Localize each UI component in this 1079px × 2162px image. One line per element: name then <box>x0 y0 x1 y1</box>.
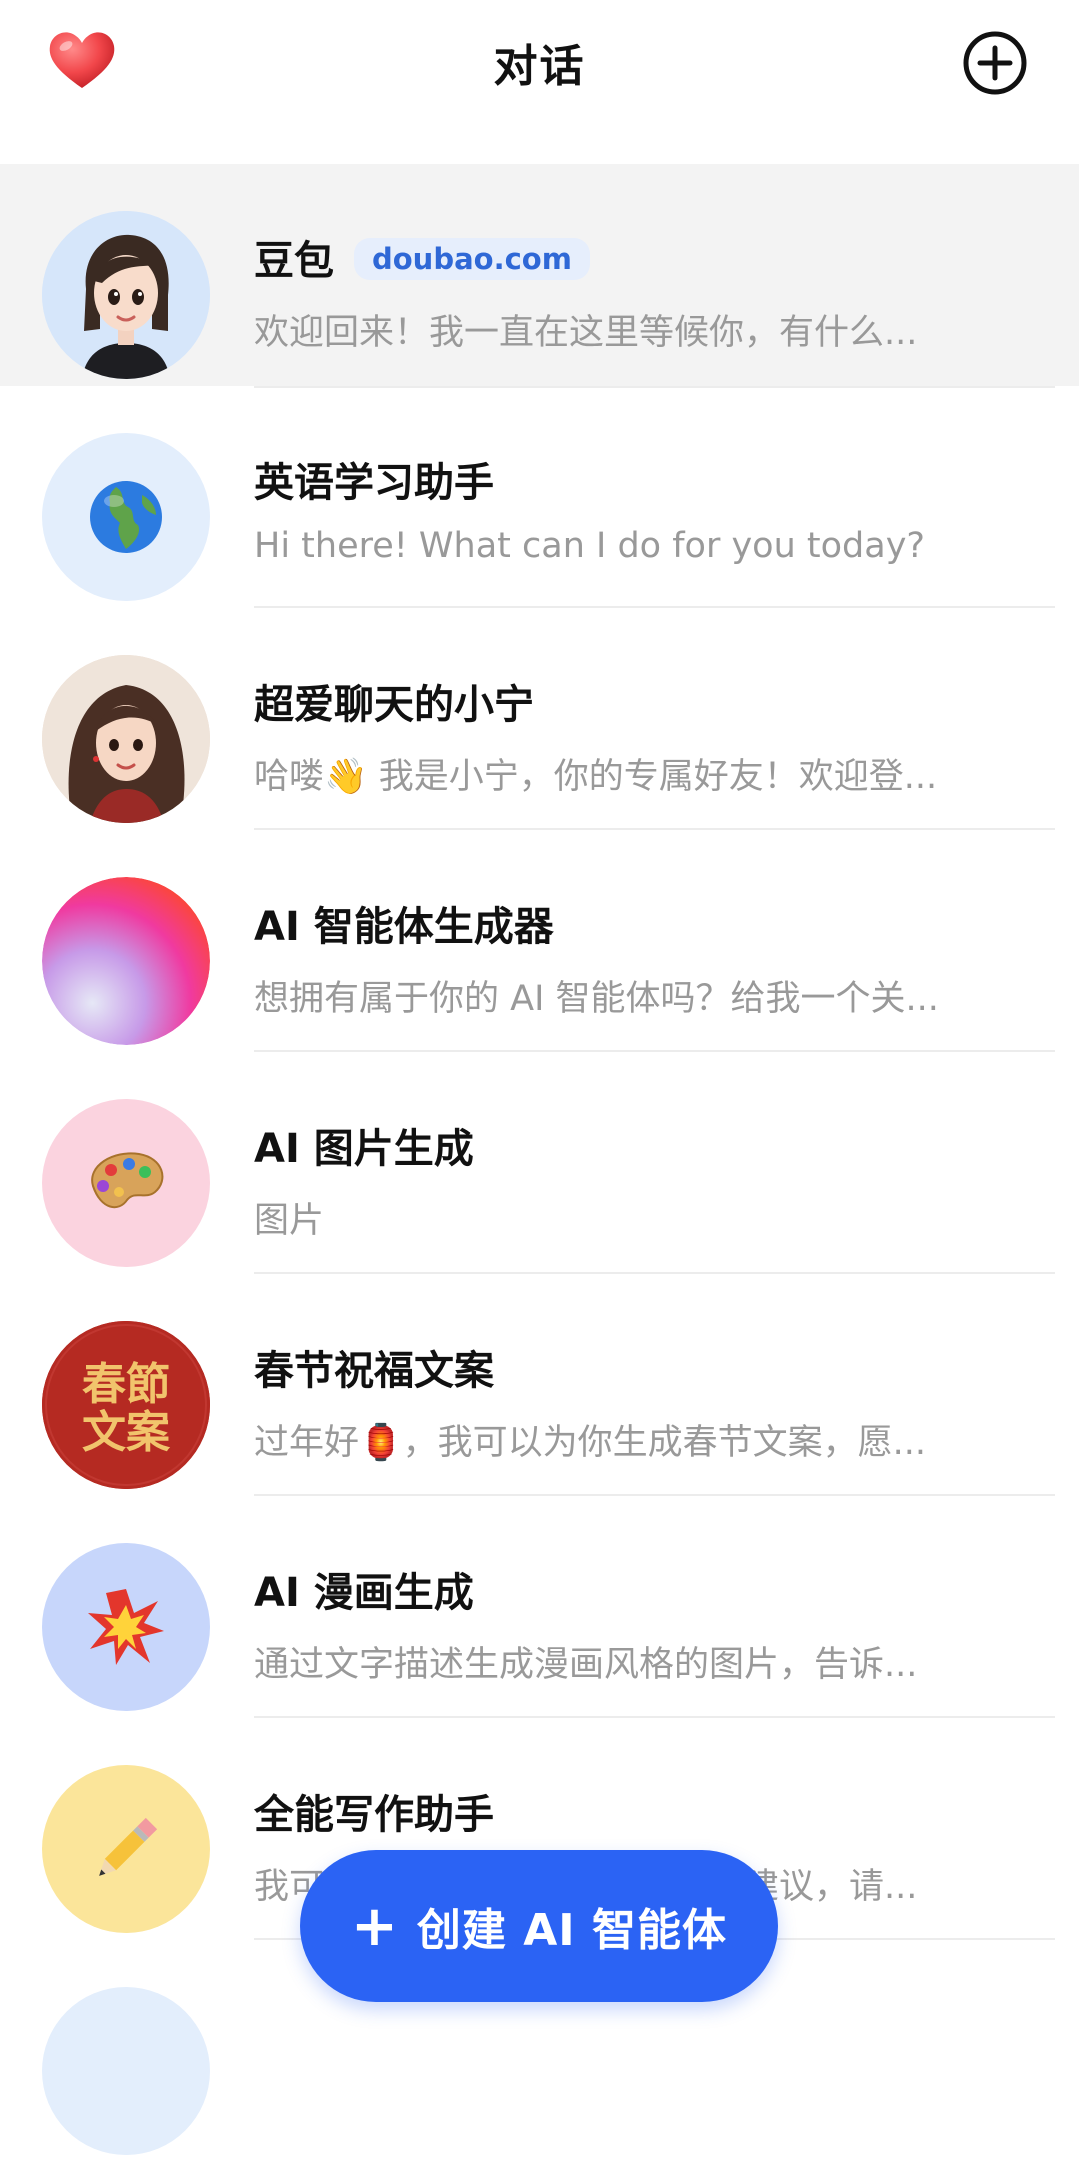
domain-badge: doubao.com <box>354 238 590 280</box>
plus-icon: + <box>351 1893 399 1959</box>
spring-festival-icon: 春節 文案 <box>42 1321 210 1489</box>
conversation-preview: 通过文字描述生成漫画风格的图片，告诉... <box>254 1645 918 1685</box>
conversation-title: 春节祝福文案 <box>254 1348 494 1394</box>
avatar <box>42 1987 210 2155</box>
conversation-preview: 欢迎回来！我一直在这里等候你，有什么... <box>254 313 918 353</box>
conversation-title: 英语学习助手 <box>254 460 494 506</box>
festival-text-line-2: 文案 <box>82 1407 171 1458</box>
conversation-title: AI 智能体生成器 <box>254 904 554 950</box>
conversation-title: AI 漫画生成 <box>254 1570 474 1616</box>
conversation-item-comic-gen[interactable]: AI 漫画生成 通过文字描述生成漫画风格的图片，告诉... <box>0 1496 1079 1718</box>
conversation-preview: 过年好🏮，我可以为你生成春节文案，愿... <box>254 1423 926 1463</box>
conversation-preview: 图片 <box>254 1201 325 1241</box>
pencil-icon <box>42 1765 210 1933</box>
create-agent-button[interactable]: + 创建 AI 智能体 <box>300 1850 778 2002</box>
add-icon[interactable] <box>962 30 1028 96</box>
conversation-item-spring-festival[interactable]: 春節 文案 春节祝福文案 过年好🏮，我可以为你生成春节文案，愿... <box>0 1274 1079 1496</box>
palette-icon <box>42 1099 210 1267</box>
festival-text-line-1: 春節 <box>82 1359 170 1410</box>
conversation-preview: 想拥有属于你的 AI 智能体吗？给我一个关... <box>254 979 939 1019</box>
conversation-item-image-gen[interactable]: AI 图片生成 图片 <box>0 1052 1079 1274</box>
conversation-title: 全能写作助手 <box>254 1792 494 1838</box>
conversation-item-doubao[interactable]: 豆包 doubao.com 欢迎回来！我一直在这里等候你，有什么... <box>0 164 1079 386</box>
conversation-item-english-assistant[interactable]: 英语学习助手 Hi there! What can I do for you t… <box>0 386 1079 608</box>
row-divider <box>254 386 1055 388</box>
conversation-preview: Hi there! What can I do for you today? <box>254 526 925 566</box>
conversation-title: 超爱聊天的小宁 <box>254 682 534 728</box>
explosion-icon <box>42 1543 210 1711</box>
conversation-name: 豆包 doubao.com <box>254 228 590 286</box>
top-bar: 对话 <box>0 0 1079 150</box>
create-agent-label: 创建 AI 智能体 <box>416 1905 727 1956</box>
conversation-title: 豆包 <box>254 238 334 284</box>
conversation-title: AI 图片生成 <box>254 1126 474 1172</box>
conversation-item-xiaoning[interactable]: 超爱聊天的小宁 哈喽👋 我是小宁，你的专属好友！欢迎登... <box>0 608 1079 830</box>
gradient-orb-icon <box>42 877 210 1045</box>
long-hair-girl-avatar-icon <box>42 655 210 823</box>
conversation-item-agent-generator[interactable]: AI 智能体生成器 想拥有属于你的 AI 智能体吗？给我一个关... <box>0 830 1079 1052</box>
globe-icon <box>42 433 210 601</box>
girl-avatar-icon <box>42 211 210 379</box>
conversation-preview: 哈喽👋 我是小宁，你的专属好友！欢迎登... <box>254 757 938 797</box>
page-title: 对话 <box>493 41 586 92</box>
